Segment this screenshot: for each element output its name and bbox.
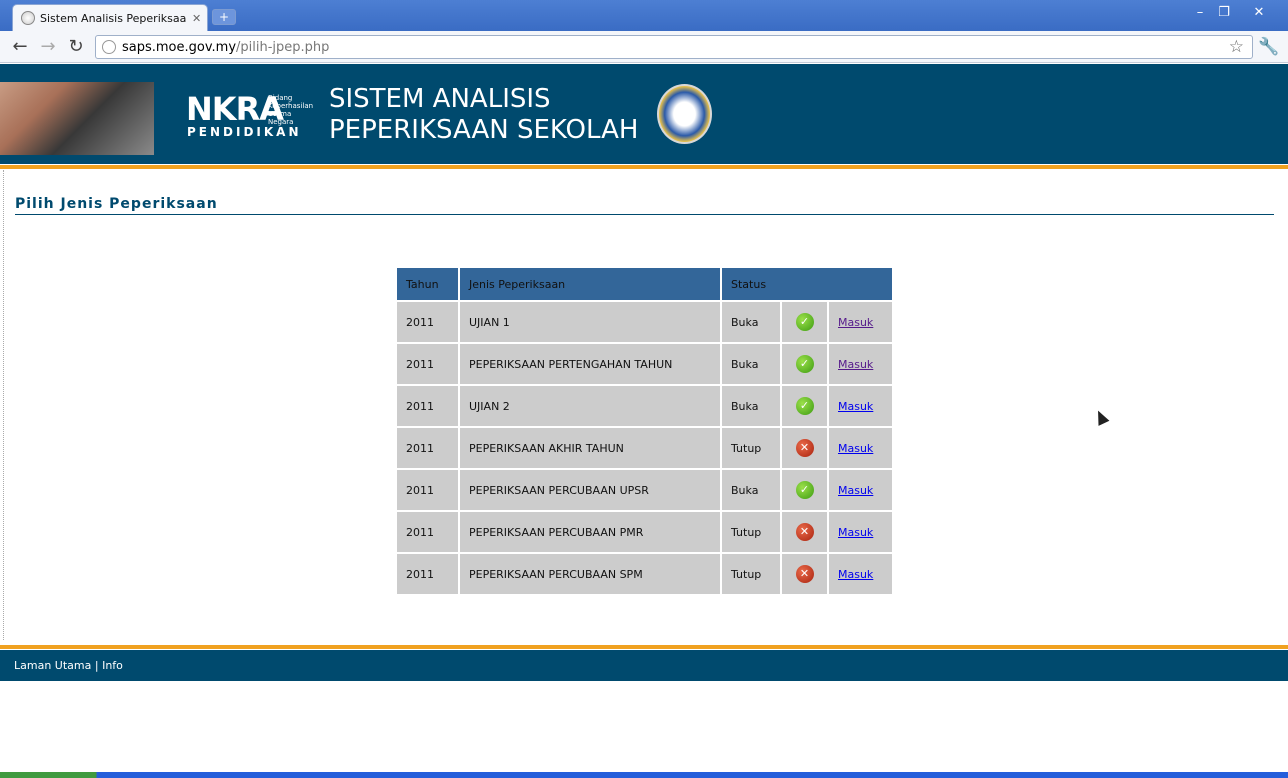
cell-exam: PEPERIKSAAN PERCUBAAN PMR [460, 512, 720, 552]
masuk-link[interactable]: Masuk [838, 442, 873, 455]
cell-status: Tutup [722, 512, 780, 552]
keyboard-photo [0, 82, 154, 155]
cell-status: Buka [722, 386, 780, 426]
close-tab-icon[interactable]: ✕ [192, 12, 201, 25]
cell-link: Masuk [829, 554, 892, 594]
header-status: Status [722, 268, 892, 300]
site-title-line1: SISTEM ANALISIS [329, 84, 551, 114]
masuk-link[interactable]: Masuk [838, 316, 873, 329]
title-divider [15, 214, 1274, 215]
footer-link-home[interactable]: Laman Utama [14, 659, 91, 672]
back-icon[interactable]: ← [10, 37, 30, 57]
cell-link: Masuk [829, 344, 892, 384]
page-info-icon[interactable] [102, 40, 116, 54]
cell-exam: PEPERIKSAAN AKHIR TAHUN [460, 428, 720, 468]
check-icon: ✓ [795, 397, 814, 415]
page-title: Pilih Jenis Peperiksaan [15, 196, 218, 212]
table-row: 2011 UJIAN 1 Buka ✓ Masuk [397, 302, 892, 342]
cell-year: 2011 [397, 512, 458, 552]
globe-icon [21, 11, 35, 25]
cell-exam: PEPERIKSAAN PERCUBAAN SPM [460, 554, 720, 594]
browser-toolbar: ← → ↻ saps.moe.gov.my/pilih-jpep.php ☆ 🔧 [0, 31, 1288, 63]
header-exam: Jenis Peperiksaan [460, 268, 720, 300]
site-title-line2: PEPERIKSAAN SEKOLAH [329, 115, 639, 145]
cell-exam: UJIAN 2 [460, 386, 720, 426]
new-tab-button[interactable]: + [212, 9, 236, 25]
cell-status-icon: ✓ [782, 302, 827, 342]
check-icon: ✓ [795, 481, 814, 499]
footer-accent-bar [0, 645, 1288, 649]
cell-year: 2011 [397, 302, 458, 342]
cell-year: 2011 [397, 428, 458, 468]
cell-status-icon: ✓ [782, 470, 827, 510]
page-border [3, 170, 4, 640]
cell-status-icon: ✕ [782, 428, 827, 468]
cell-exam: UJIAN 1 [460, 302, 720, 342]
browser-tab[interactable]: Sistem Analisis Peperiksaan Se ✕ [12, 4, 208, 31]
footer-link-info[interactable]: Info [102, 659, 123, 672]
address-bar[interactable]: saps.moe.gov.my/pilih-jpep.php ☆ [95, 35, 1253, 59]
cell-link: Masuk [829, 386, 892, 426]
forward-icon[interactable]: → [38, 37, 58, 57]
cross-icon: ✕ [795, 439, 814, 457]
masuk-link[interactable]: Masuk [838, 484, 873, 497]
cell-link: Masuk [829, 428, 892, 468]
cell-link: Masuk [829, 512, 892, 552]
restore-icon[interactable]: ❐ [1210, 3, 1238, 22]
url-path: /pilih-jpep.php [236, 39, 330, 55]
table-row: 2011 PEPERIKSAAN PERCUBAAN SPM Tutup ✕ Masuk [397, 554, 892, 594]
table-row: 2011 PEPERIKSAAN PERTENGAHAN TAHUN Buka ✓ Ma… [397, 344, 892, 384]
cell-year: 2011 [397, 554, 458, 594]
bookmark-star-icon[interactable]: ☆ [1229, 37, 1244, 57]
cross-icon: ✕ [795, 565, 814, 583]
cell-status: Tutup [722, 428, 780, 468]
cell-exam: PEPERIKSAAN PERCUBAAN UPSR [460, 470, 720, 510]
header-accent-bar [0, 165, 1288, 169]
browser-titlebar: Sistem Analisis Peperiksaan Se ✕ + – ❐ ✕ [0, 0, 1288, 31]
table-header-row: Tahun Jenis Peperiksaan Status [397, 268, 892, 300]
site-title: SISTEM ANALISIS PEPERIKSAAN SEKOLAH [329, 84, 638, 146]
cell-year: 2011 [397, 344, 458, 384]
cell-status-icon: ✕ [782, 554, 827, 594]
masuk-link[interactable]: Masuk [838, 400, 873, 413]
cell-year: 2011 [397, 470, 458, 510]
cell-year: 2011 [397, 386, 458, 426]
nkra-subtitle: Bidang Keberhasilan Utama Negara [268, 94, 314, 126]
window-close-icon[interactable]: ✕ [1245, 3, 1273, 22]
masuk-link[interactable]: Masuk [838, 526, 873, 539]
site-footer: Laman Utama | Info [0, 650, 1288, 681]
header-year: Tahun [397, 268, 458, 300]
cell-status: Buka [722, 302, 780, 342]
cell-status-icon: ✓ [782, 344, 827, 384]
check-icon: ✓ [795, 313, 814, 331]
table-row: 2011 UJIAN 2 Buka ✓ Masuk [397, 386, 892, 426]
mouse-cursor-icon [1092, 408, 1110, 426]
exam-table: Tahun Jenis Peperiksaan Status 2011 UJIAN… [395, 266, 894, 596]
nkra-pendidikan: PENDIDIKAN [187, 125, 302, 139]
os-taskbar [0, 772, 1288, 778]
ministry-crest-logo [657, 84, 712, 144]
tab-title: Sistem Analisis Peperiksaan Se [40, 11, 186, 25]
check-icon: ✓ [795, 355, 814, 373]
cell-status: Buka [722, 470, 780, 510]
table-row: 2011 PEPERIKSAAN AKHIR TAHUN Tutup ✕ Masuk [397, 428, 892, 468]
cell-status-icon: ✕ [782, 512, 827, 552]
table-row: 2011 PEPERIKSAAN PERCUBAAN UPSR Buka ✓ Masuk [397, 470, 892, 510]
cross-icon: ✕ [795, 523, 814, 541]
cell-status-icon: ✓ [782, 386, 827, 426]
cell-exam: PEPERIKSAAN PERTENGAHAN TAHUN [460, 344, 720, 384]
url-host: saps.moe.gov.my [122, 39, 237, 55]
masuk-link[interactable]: Masuk [838, 568, 873, 581]
footer-separator: | [94, 659, 99, 672]
wrench-menu-icon[interactable]: 🔧 [1258, 37, 1279, 57]
cell-link: Masuk [829, 302, 892, 342]
reload-icon[interactable]: ↻ [66, 37, 86, 57]
table-row: 2011 PEPERIKSAAN PERCUBAAN PMR Tutup ✕ Masuk [397, 512, 892, 552]
masuk-link[interactable]: Masuk [838, 358, 873, 371]
cell-link: Masuk [829, 470, 892, 510]
cell-status: Buka [722, 344, 780, 384]
site-header: NKRA Bidang Keberhasilan Utama Negara PE… [0, 64, 1288, 164]
cell-status: Tutup [722, 554, 780, 594]
